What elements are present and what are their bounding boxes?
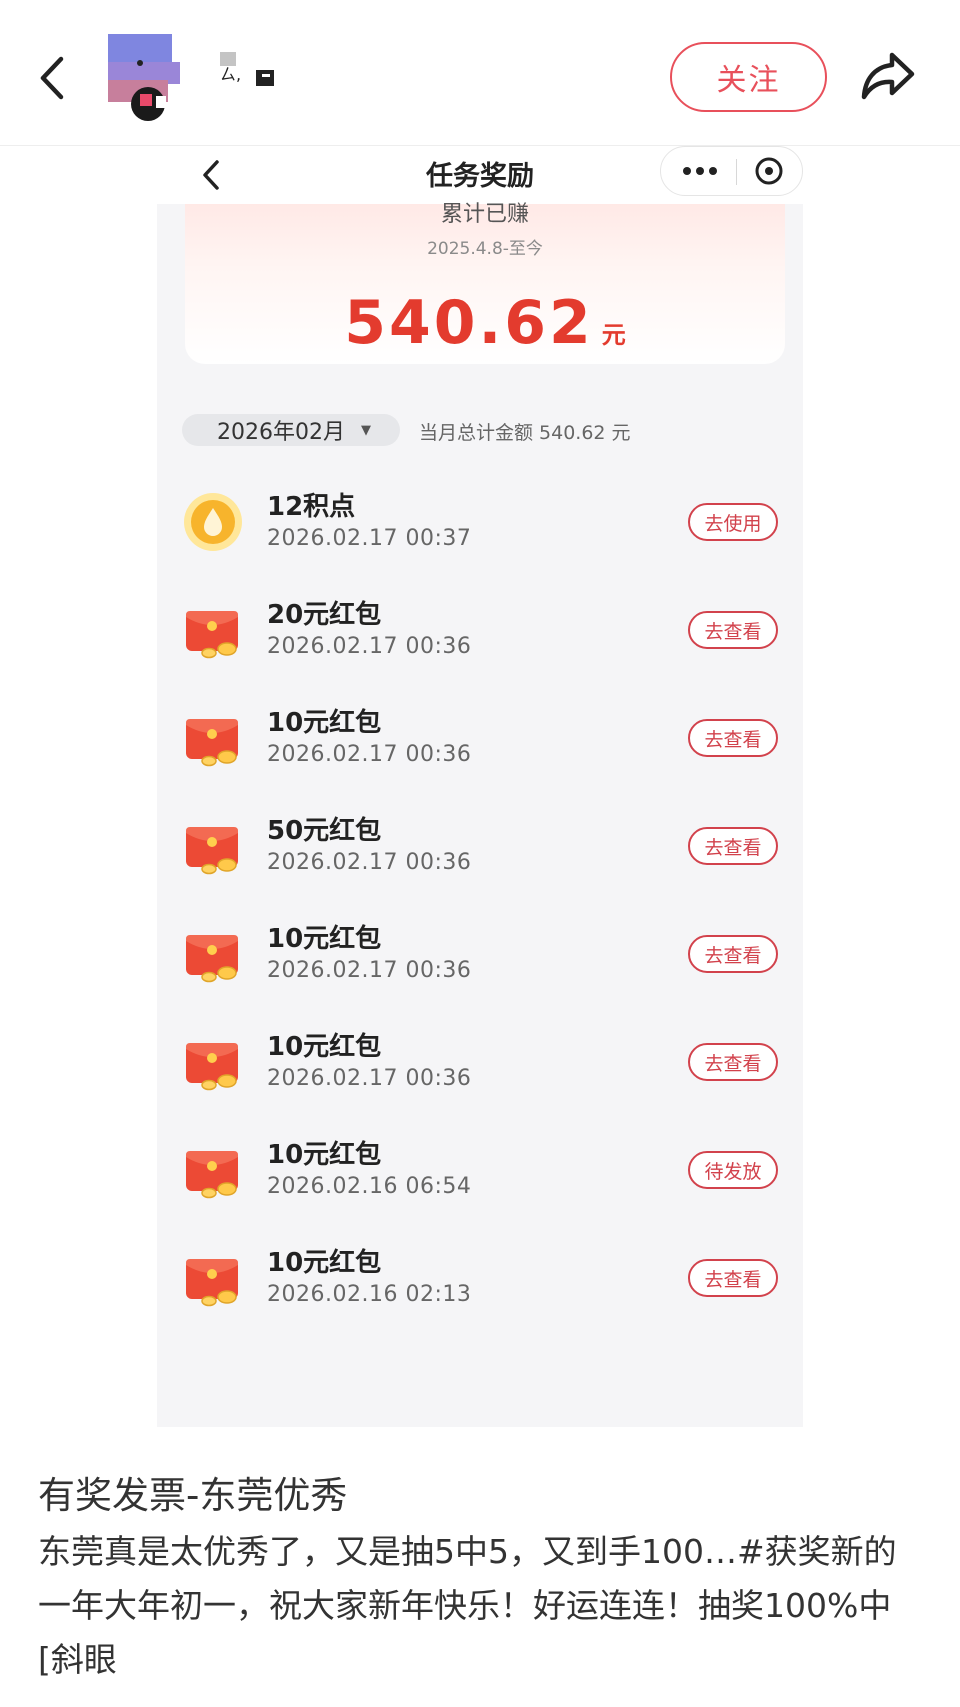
list-item[interactable]: 10元红包 2026.02.16 06:54 待发放	[157, 1124, 803, 1232]
record-title: 10元红包	[267, 1140, 382, 1170]
record-title: 20元红包	[267, 600, 382, 630]
chevron-left-icon	[40, 56, 64, 100]
red-envelope-icon	[182, 923, 244, 985]
record-action-button[interactable]: 去查看	[688, 719, 778, 757]
record-time: 2026.02.17 00:36	[267, 1066, 472, 1091]
record-time: 2026.02.17 00:36	[267, 634, 472, 659]
amount-unit: 元	[601, 321, 626, 349]
follow-button[interactable]: 关注	[670, 42, 827, 112]
summary-amount-row: 540.62 元	[185, 288, 785, 358]
red-envelope-icon	[182, 1139, 244, 1201]
record-title: 50元红包	[267, 816, 382, 846]
post-header: ㄙ, 关注	[0, 0, 960, 146]
list-item[interactable]: 10元红包 2026.02.16 02:13 去查看	[157, 1232, 803, 1340]
record-time: 2026.02.17 00:36	[267, 742, 472, 767]
month-total: 当月总计金额 540.62 元	[419, 422, 631, 444]
close-button[interactable]	[753, 155, 785, 187]
points-coin-icon	[182, 491, 244, 553]
list-item[interactable]: 50元红包 2026.02.17 00:36 去查看	[157, 800, 803, 908]
red-envelope-icon	[182, 599, 244, 661]
post-title: 有奖发票-东莞优秀	[38, 1474, 348, 1517]
record-time: 2026.02.16 02:13	[267, 1282, 472, 1307]
record-action-button[interactable]: 去查看	[688, 827, 778, 865]
record-action-button[interactable]: 待发放	[688, 1151, 778, 1189]
post-body[interactable]: 东莞真是太优秀了，又是抽5中5，又到手100…#获奖新的一年大年初一，祝大家新年…	[38, 1525, 918, 1687]
capsule-divider	[736, 159, 737, 185]
list-item[interactable]: 20元红包 2026.02.17 00:36 去查看	[157, 584, 803, 692]
record-action-button[interactable]: 去查看	[688, 611, 778, 649]
back-button[interactable]	[28, 50, 76, 106]
month-selector[interactable]: 2026年02月 ▼	[182, 414, 400, 446]
share-arrow-icon	[861, 52, 915, 100]
record-action-button[interactable]: 去查看	[688, 1259, 778, 1297]
more-button[interactable]	[675, 147, 725, 195]
user-name[interactable]: ㄙ,	[220, 52, 280, 92]
red-envelope-icon	[182, 1247, 244, 1309]
record-action-button[interactable]: 去使用	[688, 503, 778, 541]
total-earned-amount: 540.62	[344, 288, 594, 358]
month-label: 2026年02月	[217, 420, 345, 445]
record-title: 12积点	[267, 492, 356, 522]
close-circle-icon	[755, 157, 783, 185]
red-envelope-icon	[182, 1031, 244, 1093]
avatar[interactable]	[104, 32, 194, 122]
list-item[interactable]: 12积点 2026.02.17 00:37 去使用	[157, 476, 803, 584]
list-item[interactable]: 10元红包 2026.02.17 00:36 去查看	[157, 1016, 803, 1124]
list-item[interactable]: 10元红包 2026.02.17 00:36 去查看	[157, 908, 803, 1016]
record-time: 2026.02.17 00:36	[267, 850, 472, 875]
record-time: 2026.02.17 00:36	[267, 958, 472, 983]
summary-period: 2025.4.8-至今	[427, 239, 543, 259]
share-button[interactable]	[856, 46, 920, 106]
list-item[interactable]: 10元红包 2026.02.17 00:36 去查看	[157, 692, 803, 800]
summary-label: 累计已赚	[440, 202, 529, 227]
record-title: 10元红包	[267, 924, 382, 954]
record-title: 10元红包	[267, 708, 382, 738]
capsule-menu	[660, 146, 803, 196]
record-action-button[interactable]: 去查看	[688, 935, 778, 973]
record-title: 10元红包	[267, 1248, 382, 1278]
red-envelope-icon	[182, 707, 244, 769]
record-time: 2026.02.17 00:37	[267, 526, 472, 551]
red-envelope-icon	[182, 815, 244, 877]
more-dots-icon	[683, 167, 717, 175]
caret-down-icon: ▼	[360, 422, 371, 438]
record-action-button[interactable]: 去查看	[688, 1043, 778, 1081]
svg-text:ㄙ,: ㄙ,	[220, 65, 241, 84]
post-image[interactable]: 任务奖励 累计已赚 2025.4.8-至今 540.62 元 2026年02月 ▼	[157, 146, 803, 1427]
record-time: 2026.02.16 06:54	[267, 1174, 472, 1199]
record-title: 10元红包	[267, 1032, 382, 1062]
earnings-summary: 累计已赚 2025.4.8-至今 540.62 元	[185, 202, 785, 364]
